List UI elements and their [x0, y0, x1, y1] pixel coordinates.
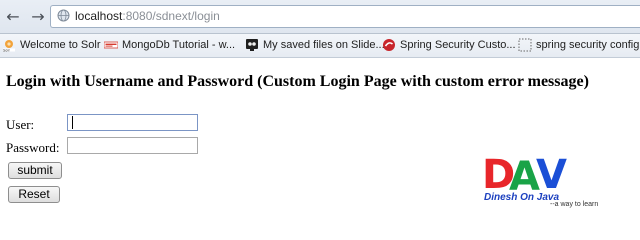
- bookmark-label: spring security config: [536, 39, 640, 51]
- username-input[interactable]: [67, 114, 198, 131]
- bookmark-welcome-to-solr[interactable]: Solr Welcome to Solr: [2, 37, 112, 54]
- bookmark-spring-security-config[interactable]: spring security config: [518, 37, 640, 54]
- forward-arrow-icon[interactable]: →: [28, 7, 48, 27]
- back-arrow-icon[interactable]: ←: [3, 7, 23, 27]
- url-host: localhost: [75, 9, 123, 23]
- url-path: :8080/sdnext/login: [122, 9, 220, 23]
- bookmark-mongodb-tutorial[interactable]: MongoDb Tutorial - w...: [104, 37, 254, 54]
- bookmark-label: Welcome to Solr: [20, 39, 101, 51]
- bookmark-spring-security-custom[interactable]: Spring Security Custo...: [382, 37, 516, 54]
- red-circle-icon: [383, 39, 395, 51]
- page-title: Login with Username and Password (Custom…: [6, 73, 589, 90]
- svg-text:Solr: Solr: [3, 49, 10, 53]
- password-label: Password:: [6, 140, 60, 155]
- slideshare-icon: [246, 39, 258, 51]
- url-text: localhost:8080/sdnext/login: [75, 8, 220, 24]
- address-bar[interactable]: localhost:8080/sdnext/login: [50, 5, 640, 28]
- dotted-square-icon: [518, 38, 532, 52]
- mongodb-icon: [104, 41, 118, 49]
- text-cursor: [72, 116, 73, 129]
- user-label: User:: [6, 117, 35, 132]
- bookmark-label: Spring Security Custo...: [400, 39, 516, 51]
- bookmark-label: My saved files on Slide...: [263, 39, 385, 51]
- password-input[interactable]: [67, 137, 198, 154]
- bookmark-label: MongoDb Tutorial - w...: [122, 39, 236, 51]
- solr-icon: Solr: [3, 40, 15, 53]
- logo-name: Dinesh On Java: [484, 192, 559, 203]
- bookmarks-bar: Solr Welcome to Solr MongoDb Tutorial - …: [0, 34, 640, 58]
- dinesh-on-java-logo: D A V Dinesh On Java --a way to learn: [482, 152, 598, 208]
- bookmark-my-saved-files[interactable]: My saved files on Slide...: [245, 37, 385, 54]
- browser-navigation-bar: ← → localhost:8080/sdnext/login: [0, 0, 640, 34]
- globe-icon: [57, 9, 70, 22]
- submit-button[interactable]: submit: [8, 162, 62, 179]
- reset-button[interactable]: Reset: [8, 186, 60, 203]
- logo-tagline: --a way to learn: [550, 201, 598, 208]
